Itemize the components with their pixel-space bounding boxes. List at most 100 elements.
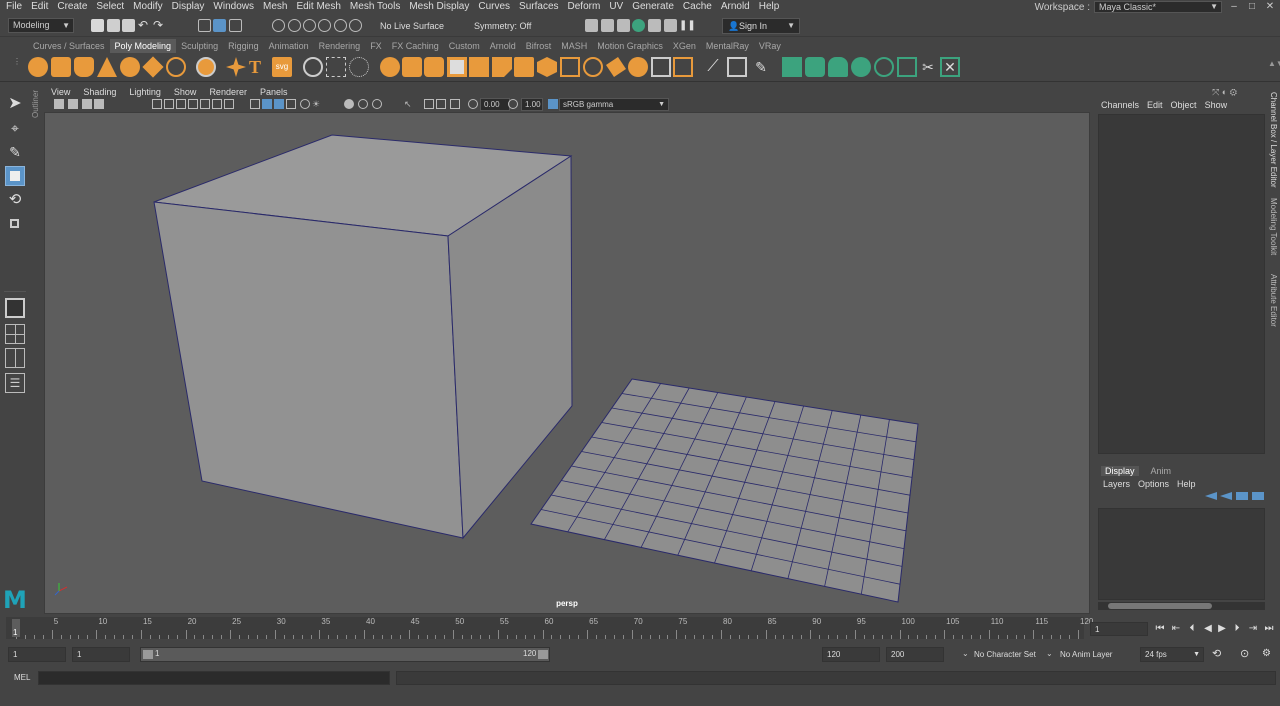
script-language-label[interactable]: MEL [14,673,30,682]
go-to-start-icon[interactable]: ⏮ [1154,622,1166,636]
shelf-tab-fx[interactable]: FX [365,39,387,53]
auto-map-icon[interactable] [874,57,894,77]
panel-menu-renderer[interactable]: Renderer [209,87,247,97]
menu-file[interactable]: File [6,1,22,12]
undo-icon[interactable]: ↶ [138,19,151,32]
platonic-solid-icon[interactable] [196,57,216,77]
poly-sphere-icon[interactable] [28,57,48,77]
range-slider-end-handle[interactable] [538,650,548,659]
menu-mesh-tools[interactable]: Mesh Tools [350,1,400,12]
channel-menu-edit[interactable]: Edit [1147,100,1163,110]
snap-grid-icon[interactable] [272,19,285,32]
shelf-tab-fx-caching[interactable]: FX Caching [387,39,444,53]
bridge-icon[interactable] [514,57,534,77]
menu-mesh-display[interactable]: Mesh Display [409,1,469,12]
shelf-tab-sculpting[interactable]: Sculpting [176,39,223,53]
select-component-icon[interactable] [229,19,242,32]
xray-joints-icon[interactable] [450,99,460,109]
shelf-tab-rendering[interactable]: Rendering [314,39,366,53]
sew-uv-icon[interactable]: ✕ [940,57,960,77]
shelf-tab-arnold[interactable]: Arnold [485,39,521,53]
wireframe-icon[interactable] [250,99,260,109]
current-frame-field[interactable]: 1 [1090,622,1148,636]
time-slider[interactable]: 5 10 15 20 25 30 35 40 45 50 55 60 65 70 75 80 85 90 95 100… [6,617,1093,639]
lasso-tool-icon[interactable]: ⌖ [5,118,25,138]
multi-cut-icon[interactable] [560,57,580,77]
render-settings-icon[interactable] [617,19,630,32]
separate-icon[interactable] [326,57,346,77]
panel-menu-show[interactable]: Show [174,87,197,97]
layer-list[interactable] [1098,508,1265,600]
exposure-field[interactable]: 0.00 [480,98,510,111]
layer-tab-anim[interactable]: Anim [1151,466,1172,476]
command-input[interactable] [38,671,390,685]
go-to-end-icon[interactable]: ⏭ [1263,622,1275,636]
shelf-tab-curves-surfaces[interactable]: Curves / Surfaces [28,39,110,53]
play-backward-icon[interactable]: ◀ [1202,622,1214,636]
shelf-tab-poly-modeling[interactable]: Poly Modeling [109,39,177,53]
menu-display[interactable]: Display [172,1,205,12]
gamma-field[interactable]: 1.00 [521,98,543,111]
snap-curve-icon[interactable] [288,19,301,32]
four-view-layout-icon[interactable] [5,324,25,344]
hypershade-icon[interactable] [632,19,645,32]
menu-uv[interactable]: UV [609,1,623,12]
outliner-layout-icon[interactable]: ☰ [5,373,25,393]
safe-title-icon[interactable] [224,99,234,109]
smooth-icon[interactable] [349,57,369,77]
color-management-icon[interactable] [548,99,558,109]
tab-channel-box-layer-editor[interactable]: Channel Box / Layer Editor [1269,92,1278,188]
menu-create[interactable]: Create [57,1,87,12]
select-hierarchy-icon[interactable] [198,19,211,32]
poke-icon[interactable] [673,57,693,77]
shelf-tab-animation[interactable]: Animation [264,39,314,53]
layer-menu-options[interactable]: Options [1138,479,1169,489]
svg-tool-icon[interactable]: svg [272,57,292,77]
shelf-tab-xgen[interactable]: XGen [668,39,701,53]
quad-draw-icon[interactable] [727,57,747,77]
cylindrical-map-icon[interactable] [828,57,848,77]
merge-icon[interactable] [606,57,626,77]
menu-modify[interactable]: Modify [133,1,162,12]
new-layer-selected-icon[interactable] [1252,492,1264,500]
animation-start-field[interactable]: 1 [8,647,66,662]
loop-icon[interactable]: ⟲ [1212,648,1224,660]
range-slider[interactable]: 1 120 [140,647,550,662]
shelf-tab-motion-graphics[interactable]: Motion Graphics [592,39,668,53]
channel-menu-show[interactable]: Show [1205,100,1228,110]
snap-point-icon[interactable] [303,19,316,32]
field-chart-icon[interactable] [200,99,210,109]
new-scene-icon[interactable] [91,19,104,32]
shelf-tab-custom[interactable]: Custom [444,39,485,53]
cut-uv-icon[interactable]: ✂ [918,57,938,77]
menu-mesh[interactable]: Mesh [263,1,287,12]
menu-surfaces[interactable]: Surfaces [519,1,558,12]
spherical-map-icon[interactable] [851,57,871,77]
sign-in-button[interactable]: 👤 Sign In ▼ [722,18,800,34]
color-space-dropdown[interactable]: sRGB gamma ▼ [559,98,669,111]
shelf-tab-mentalray[interactable]: MentalRay [701,39,754,53]
playback-end-field[interactable]: 120 [822,647,880,662]
outliner-tab[interactable]: Outliner [30,86,42,616]
fill-hole-icon[interactable] [447,57,467,77]
paint-select-tool-icon[interactable]: ✎ [5,142,25,162]
open-scene-icon[interactable] [107,19,120,32]
move-tool-icon[interactable] [5,166,25,186]
gate-mask-icon[interactable] [188,99,198,109]
viewport-persp[interactable]: persp [44,112,1090,614]
menu-arnold[interactable]: Arnold [721,1,750,12]
sculpt-brush-icon[interactable]: ⟋ [703,57,723,77]
ambient-occlusion-icon[interactable] [344,99,354,109]
grid-toggle-icon[interactable] [152,99,162,109]
tab-attribute-editor[interactable]: Attribute Editor [1269,274,1278,327]
menu-generate[interactable]: Generate [632,1,674,12]
xray-icon[interactable] [436,99,446,109]
select-object-icon[interactable] [213,19,226,32]
depth-of-field-icon[interactable]: ↖ [404,99,414,109]
workspace-dropdown[interactable]: Maya Classic* ▼ [1094,1,1222,13]
single-view-layout-icon[interactable] [5,298,25,318]
target-weld-icon[interactable] [651,57,671,77]
poly-plane-icon[interactable] [142,56,164,78]
select-tool-icon[interactable]: ➤ [5,94,25,114]
resolution-gate-icon[interactable] [176,99,186,109]
